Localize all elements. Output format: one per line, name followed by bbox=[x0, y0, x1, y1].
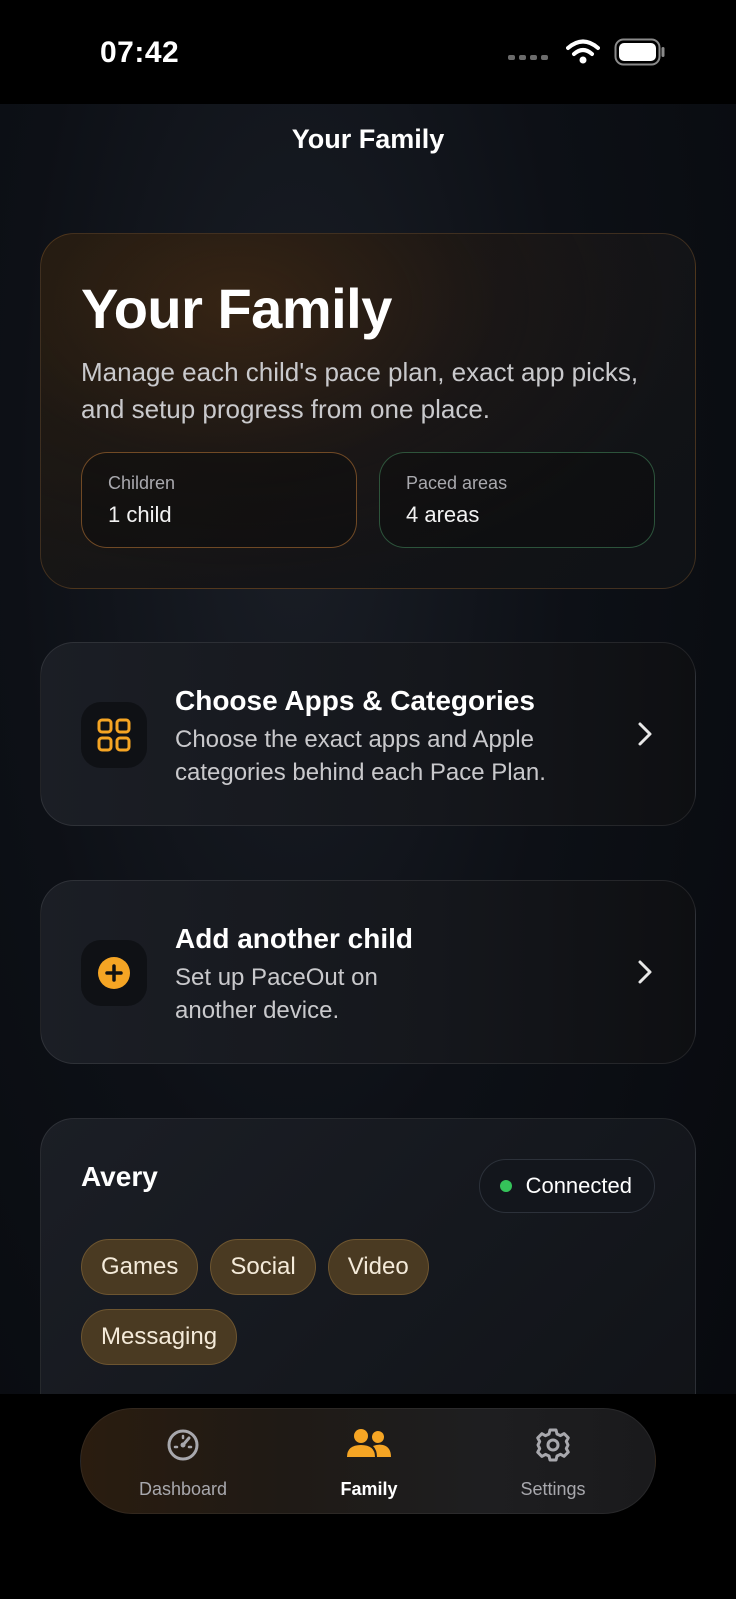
choose-apps-description: Choose the exact apps and Apple categori… bbox=[175, 726, 546, 786]
add-child-button[interactable]: Add another child Set up PaceOut on anot… bbox=[40, 880, 696, 1064]
choose-apps-title: Choose Apps & Categories bbox=[175, 685, 535, 716]
category-chip: Video bbox=[327, 1239, 429, 1295]
category-chip: Messaging bbox=[81, 1309, 238, 1365]
add-child-description: Set up PaceOut on another device. bbox=[175, 964, 378, 1024]
hero-title: Your Family bbox=[81, 277, 392, 340]
status-bar: 07:42 bbox=[0, 0, 736, 104]
tab-dashboard[interactable]: Dashboard bbox=[103, 1409, 263, 1515]
tab-family-label: Family bbox=[340, 1479, 398, 1499]
family-screen: 07:42 Your Family Your Family Manage eac… bbox=[0, 0, 736, 1599]
hero-description: Manage each child's pace plan, exact app… bbox=[81, 357, 639, 424]
paced-areas-stat: Paced areas 4 areas bbox=[379, 452, 655, 548]
plus-circle-icon bbox=[81, 940, 147, 1006]
chevron-right-icon bbox=[638, 722, 652, 746]
cellular-signal-icon bbox=[508, 54, 548, 60]
speedometer-icon bbox=[167, 1429, 199, 1461]
connection-status-badge: Connected bbox=[478, 1159, 655, 1213]
choose-apps-button[interactable]: Choose Apps & Categories Choose the exac… bbox=[40, 642, 696, 826]
nav-title: Your Family bbox=[291, 124, 445, 154]
tab-bar: Dashboard Family Settings bbox=[80, 1408, 656, 1514]
child-name: Avery bbox=[81, 1161, 158, 1192]
children-stat-value: 1 child bbox=[108, 502, 172, 527]
gear-icon bbox=[536, 1428, 570, 1462]
status-time: 07:42 bbox=[100, 36, 180, 69]
category-chip: Games bbox=[81, 1239, 199, 1295]
tab-settings-label: Settings bbox=[520, 1479, 586, 1499]
paced-areas-stat-value: 4 areas bbox=[406, 502, 480, 527]
category-chip: Social bbox=[210, 1239, 316, 1295]
children-stat-label: Children bbox=[108, 473, 176, 493]
grid-icon bbox=[81, 702, 147, 768]
family-overview-card: Your Family Manage each child's pace pla… bbox=[40, 233, 696, 589]
children-stat: Children 1 child bbox=[81, 452, 357, 548]
status-dot-icon bbox=[499, 1180, 512, 1192]
tab-settings[interactable]: Settings bbox=[473, 1409, 633, 1515]
connection-status-label: Connected bbox=[525, 1173, 632, 1198]
category-chips: Games Social Video Messaging bbox=[81, 1239, 501, 1365]
tab-dashboard-label: Dashboard bbox=[138, 1479, 228, 1499]
people-icon bbox=[347, 1429, 391, 1457]
wifi-icon bbox=[566, 39, 600, 64]
status-icons bbox=[508, 38, 666, 66]
chevron-right-icon bbox=[638, 960, 652, 984]
battery-icon bbox=[614, 38, 665, 66]
paced-areas-stat-label: Paced areas bbox=[406, 473, 508, 493]
add-child-title: Add another child bbox=[175, 923, 413, 954]
tab-family[interactable]: Family bbox=[289, 1409, 449, 1515]
tab-bar-area: Dashboard Family Settings bbox=[0, 1394, 736, 1599]
